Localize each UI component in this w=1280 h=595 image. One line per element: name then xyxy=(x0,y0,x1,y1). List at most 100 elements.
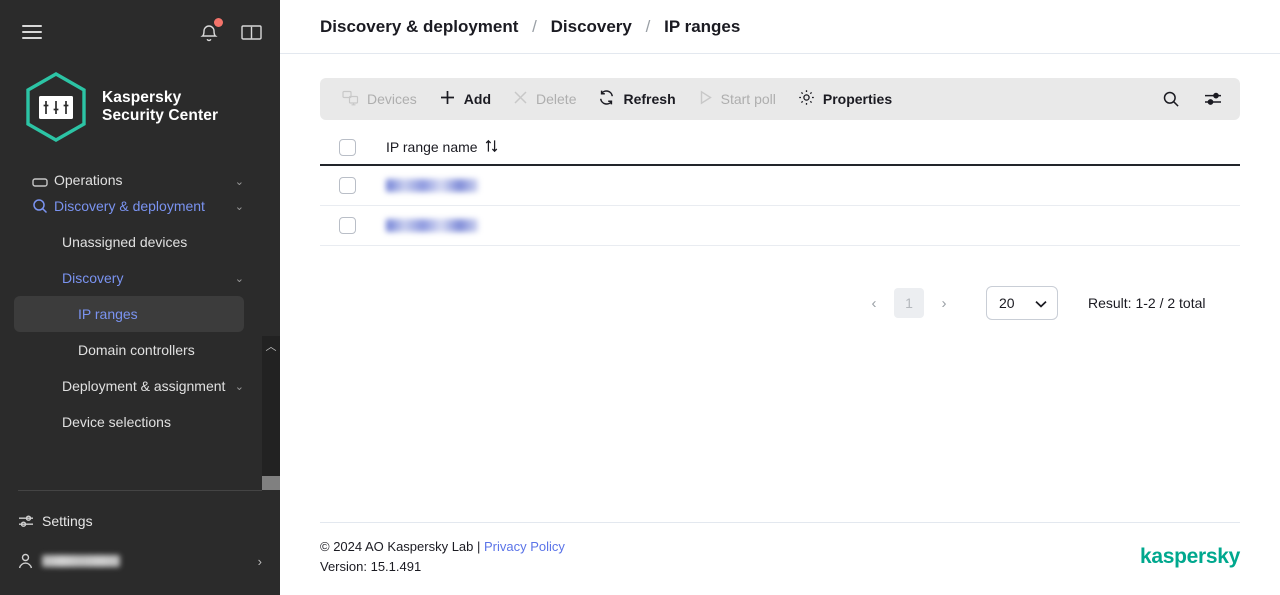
column-header-label-wrap: IP range name xyxy=(386,139,498,156)
kaspersky-hexagon-logo xyxy=(22,70,90,144)
chevron-down-icon: ⌄ xyxy=(234,272,244,285)
page-header: Discovery & deployment / Discovery / IP … xyxy=(280,0,1280,54)
row-checkbox[interactable] xyxy=(338,217,356,234)
sidebar-item-ip-ranges[interactable]: IP ranges xyxy=(14,296,244,332)
devices-button[interactable]: Devices xyxy=(334,78,431,120)
table-header-row: IP range name xyxy=(320,130,1240,166)
play-icon xyxy=(698,90,713,108)
book-icon[interactable] xyxy=(240,21,262,43)
sidebar-item-domain-controllers[interactable]: Domain controllers xyxy=(14,332,244,368)
sidebar-item-label: IP ranges xyxy=(78,306,138,322)
add-button[interactable]: Add xyxy=(431,78,505,120)
sidebar-item-label: Discovery xyxy=(62,270,124,286)
gear-icon xyxy=(798,89,815,109)
ip-range-name-link[interactable] xyxy=(386,219,478,232)
refresh-button[interactable]: Refresh xyxy=(590,78,689,120)
sidebar-item-unassigned-devices[interactable]: Unassigned devices xyxy=(14,224,244,260)
page-content: Devices Add Delete Refresh Start poll Pr… xyxy=(280,54,1280,522)
row-name-cell xyxy=(374,206,1240,245)
sidebar-item-label: Device selections xyxy=(62,414,171,430)
sidebar-item-label: Domain controllers xyxy=(78,342,195,358)
sidebar-item-device-selections[interactable]: Device selections xyxy=(14,404,244,440)
sidebar-item-discovery-deployment[interactable]: Discovery & deployment ⌄ xyxy=(14,188,244,224)
breadcrumb-item-2: IP ranges xyxy=(664,16,741,36)
sidebar-item-deployment-assignment[interactable]: Deployment & assignment ⌄ xyxy=(14,368,244,404)
product-logo: Kaspersky Security Center xyxy=(0,64,280,166)
page-footer: © 2024 AO Kaspersky Lab | Privacy Policy… xyxy=(320,522,1240,595)
sidebar-item-label: Operations xyxy=(54,172,123,188)
start-poll-button[interactable]: Start poll xyxy=(690,78,790,120)
product-name-line2: Security Center xyxy=(102,107,219,124)
devices-icon xyxy=(342,90,359,109)
bell-icon[interactable] xyxy=(198,18,223,43)
breadcrumb: Discovery & deployment / Discovery / IP … xyxy=(320,17,740,37)
search-icon[interactable] xyxy=(1160,88,1182,110)
sidebar-top-icons xyxy=(198,18,262,43)
sort-updown-icon[interactable] xyxy=(485,139,498,156)
page-size-select[interactable]: 20 xyxy=(986,286,1058,320)
ip-range-name-link[interactable] xyxy=(386,179,478,192)
sidebar-item-operations[interactable]: Operations ⌄ xyxy=(14,166,244,188)
sidebar-item-account[interactable]: › xyxy=(0,541,280,581)
user-icon xyxy=(18,553,42,569)
toolbar-right-icons xyxy=(1160,88,1228,110)
breadcrumb-item-0[interactable]: Discovery & deployment xyxy=(320,17,518,36)
page-size-value: 20 xyxy=(999,295,1015,311)
chevron-up-icon[interactable]: ︿ xyxy=(266,336,277,356)
sidebar-item-label: Deployment & assignment xyxy=(62,378,226,394)
filter-sliders-icon[interactable] xyxy=(1202,88,1224,110)
properties-label: Properties xyxy=(822,91,893,107)
devices-label: Devices xyxy=(367,91,417,107)
chevron-right-icon[interactable]: › xyxy=(258,554,262,569)
account-name xyxy=(42,555,120,567)
column-header-label: IP range name xyxy=(386,139,478,155)
chevron-down-icon: ⌄ xyxy=(234,200,244,213)
product-name: Kaspersky Security Center xyxy=(102,89,218,125)
page-number-1[interactable]: 1 xyxy=(894,288,924,318)
pagination: ‹ 1 › 20 Result: 1-2 / 2 total xyxy=(320,246,1240,320)
footer-version: Version: 15.1.491 xyxy=(320,559,422,574)
delete-button[interactable]: Delete xyxy=(505,78,590,120)
sidebar-item-label: Unassigned devices xyxy=(62,234,188,250)
start-poll-label: Start poll xyxy=(720,91,776,107)
sidebar-scrollbar[interactable]: ︿ ﹀ xyxy=(262,336,280,490)
scrollbar-thumb[interactable] xyxy=(262,476,280,490)
footer-text: © 2024 AO Kaspersky Lab | Privacy Policy… xyxy=(320,537,565,577)
hamburger-icon[interactable] xyxy=(22,25,42,39)
sidebar-item-discovery[interactable]: Discovery ⌄ xyxy=(14,260,244,296)
table-row[interactable] xyxy=(320,166,1240,206)
sidebar-divider xyxy=(18,490,262,491)
row-checkbox[interactable] xyxy=(338,177,356,194)
sidebar-topbar xyxy=(0,0,280,64)
footer-copyright-line: © 2024 AO Kaspersky Lab | Privacy Policy xyxy=(320,537,565,557)
table-toolbar: Devices Add Delete Refresh Start poll Pr… xyxy=(320,78,1240,120)
delete-label: Delete xyxy=(536,91,577,107)
select-all-cell xyxy=(320,130,374,166)
breadcrumb-separator: / xyxy=(532,16,537,36)
footer-copyright: © 2024 AO Kaspersky Lab | xyxy=(320,539,481,554)
column-header-ip-range-name[interactable]: IP range name xyxy=(374,130,1240,166)
breadcrumb-item-1[interactable]: Discovery xyxy=(551,17,632,36)
result-count: Result: 1-2 / 2 total xyxy=(1088,295,1206,311)
chevron-down-icon: ⌄ xyxy=(234,176,244,188)
scrollbar-track[interactable] xyxy=(262,356,280,490)
search-icon xyxy=(32,198,54,214)
chevron-right-icon[interactable]: › xyxy=(930,289,958,317)
plus-icon xyxy=(439,89,456,109)
chevron-down-icon: ⌄ xyxy=(234,380,244,393)
add-label: Add xyxy=(463,91,492,107)
privacy-policy-link[interactable]: Privacy Policy xyxy=(484,539,565,554)
table-row[interactable] xyxy=(320,206,1240,246)
app-root: Kaspersky Security Center Operations ⌄ D… xyxy=(0,0,1280,595)
properties-button[interactable]: Properties xyxy=(790,78,906,120)
sidebar-item-label: Settings xyxy=(42,513,93,529)
sidebar-item-settings[interactable]: Settings xyxy=(0,501,280,541)
close-icon xyxy=(513,90,528,108)
breadcrumb-separator: / xyxy=(645,16,651,36)
select-all-checkbox[interactable] xyxy=(338,138,356,156)
sidebar-nav-list: Operations ⌄ Discovery & deployment ⌄ Un… xyxy=(0,166,280,440)
chevron-left-icon[interactable]: ‹ xyxy=(860,289,888,317)
ip-ranges-table: IP range name xyxy=(320,130,1240,246)
operations-icon xyxy=(32,177,54,188)
row-select-cell xyxy=(320,166,374,205)
